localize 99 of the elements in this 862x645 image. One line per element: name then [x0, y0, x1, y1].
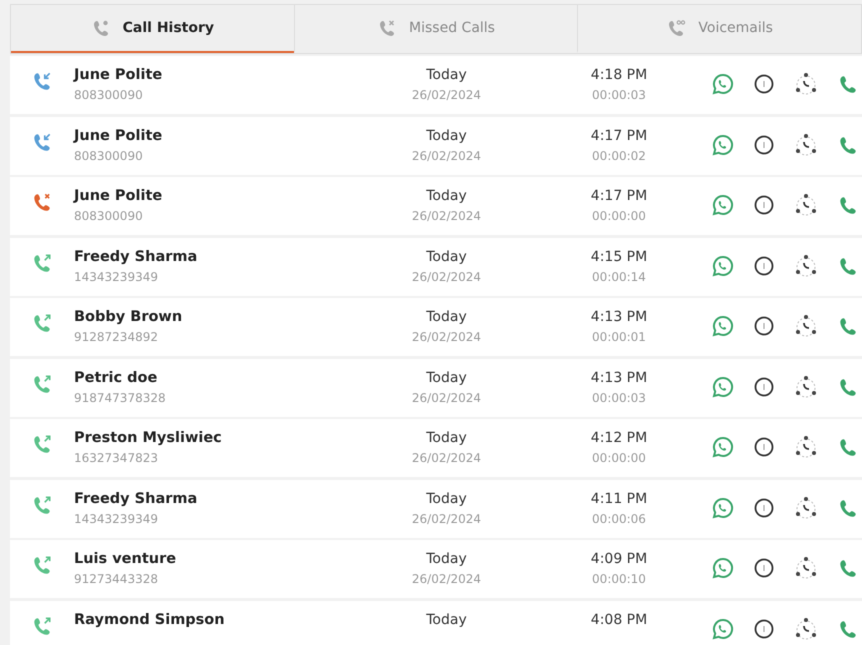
call-date: 26/02/2024	[412, 329, 482, 346]
call-day: Today	[426, 610, 467, 630]
conference-call-icon[interactable]	[793, 434, 819, 460]
phone-icon	[666, 18, 686, 38]
call-date: 26/02/2024	[412, 510, 482, 528]
info-icon[interactable]	[753, 376, 775, 398]
info-icon[interactable]	[753, 73, 775, 95]
phone-number: 91287234892	[74, 329, 158, 346]
phone-number: 14343239349	[74, 268, 158, 286]
call-duration: 00:00:10	[592, 571, 646, 588]
contact-name: Luis venture	[74, 550, 176, 569]
call-duration: 00:00:03	[592, 87, 646, 104]
whatsapp-icon[interactable]	[711, 435, 735, 459]
contact-name: June Polite	[74, 187, 162, 206]
call-date: 26/02/2024	[412, 208, 482, 225]
whatsapp-icon[interactable]	[711, 72, 735, 96]
contact-name: Raymond Simpson	[74, 610, 225, 630]
call-row[interactable]: Freedy Sharma 14343239349 Today 26/02/2024 4:11 PM 00:00:06	[10, 480, 862, 538]
call-duration: 00:00:01	[592, 329, 646, 346]
conference-call-icon[interactable]	[793, 374, 819, 400]
info-icon[interactable]	[753, 134, 775, 156]
call-date: 26/02/2024	[412, 268, 482, 286]
call-day: Today	[426, 186, 467, 206]
call-time: 4:13 PM	[590, 308, 648, 327]
info-icon[interactable]	[753, 557, 775, 579]
call-time: 4:12 PM	[590, 429, 648, 448]
call-row[interactable]: June Polite 808300090 Today 26/02/2024 4:17 PM 00:00:00	[10, 177, 862, 235]
call-row[interactable]: Raymond Simpson Today 4:08 PM	[10, 600, 862, 645]
phone-number: 91273443328	[74, 571, 158, 588]
phone-number: 918747378328	[74, 390, 166, 406]
conference-call-icon[interactable]	[793, 252, 819, 278]
phone-number: 808300090	[74, 87, 143, 104]
whatsapp-icon[interactable]	[711, 496, 735, 520]
call-day: Today	[426, 549, 467, 569]
contact-name: Preston Mysliwiec	[74, 429, 222, 448]
phone-number: 16327347823	[74, 450, 158, 467]
call-date: 26/02/2024	[412, 148, 482, 164]
info-icon[interactable]	[753, 436, 775, 458]
call-day: Today	[426, 65, 467, 85]
conference-call-icon[interactable]	[793, 132, 819, 158]
call-time: 4:18 PM	[590, 66, 648, 85]
contact-name: Freedy Sharma	[74, 490, 198, 508]
call-duration: 00:00:00	[592, 208, 646, 225]
call-time: 4:13 PM	[590, 368, 648, 388]
call-date: 26/02/2024	[412, 571, 482, 588]
conference-call-icon[interactable]	[793, 71, 819, 97]
whatsapp-icon[interactable]	[711, 556, 735, 580]
call-row[interactable]: Luis venture 91273443328 Today 26/02/2024 4:09 PM 00:00:10	[10, 540, 862, 598]
phone-number: 808300090	[74, 148, 143, 164]
whatsapp-icon[interactable]	[711, 374, 735, 398]
info-icon[interactable]	[753, 194, 775, 216]
whatsapp-icon[interactable]	[711, 132, 735, 156]
contact-name: Petric doe	[74, 368, 158, 388]
info-icon[interactable]	[753, 496, 775, 518]
whatsapp-icon[interactable]	[711, 616, 735, 640]
call-date: 26/02/2024	[412, 87, 482, 104]
whatsapp-icon[interactable]	[711, 193, 735, 217]
call-duration: 00:00:14	[592, 268, 646, 286]
conference-call-icon[interactable]	[793, 616, 819, 642]
whatsapp-icon[interactable]	[711, 314, 735, 338]
whatsapp-icon[interactable]	[711, 254, 735, 278]
call-day: Today	[426, 368, 467, 388]
conference-call-icon[interactable]	[793, 494, 819, 520]
contact-name: June Polite	[74, 126, 162, 146]
call-row[interactable]: Freedy Sharma 14343239349 Today 26/02/2024 4:15 PM 00:00:14	[10, 238, 862, 296]
conference-call-icon[interactable]	[793, 555, 819, 581]
contact-name: Bobby Brown	[74, 308, 182, 327]
call-date: 26/02/2024	[412, 450, 482, 467]
call-duration: 00:00:03	[592, 390, 646, 406]
call-day: Today	[426, 428, 467, 448]
contact-name: Freedy Sharma	[74, 248, 198, 266]
call-day: Today	[426, 307, 467, 327]
call-row[interactable]: June Polite 808300090 Today 26/02/2024 4:17 PM 00:00:02	[10, 116, 862, 174]
info-icon[interactable]	[753, 618, 775, 640]
contact-name: June Polite	[74, 66, 162, 85]
info-icon[interactable]	[753, 315, 775, 337]
call-time: 4:08 PM	[590, 610, 648, 630]
conference-call-icon[interactable]	[793, 313, 819, 339]
call-time: 4:17 PM	[590, 126, 648, 146]
call-duration: 00:00:00	[592, 450, 646, 467]
call-day: Today	[426, 126, 467, 146]
call-time: 4:11 PM	[590, 490, 648, 508]
call-day: Today	[426, 246, 467, 266]
call-time: 4:09 PM	[590, 550, 648, 569]
call-row[interactable]: Bobby Brown 91287234892 Today 26/02/2024 4:13 PM 00:00:01	[10, 298, 862, 356]
call-day: Today	[426, 488, 467, 508]
phone-number: 808300090	[74, 208, 143, 225]
call-duration: 00:00:06	[592, 510, 646, 528]
call-time: 4:15 PM	[590, 248, 648, 266]
tab[interactable]: Call History	[11, 5, 294, 53]
call-date: 26/02/2024	[412, 390, 482, 406]
phone-number: 14343239349	[74, 510, 158, 528]
call-row[interactable]: Petric doe 918747378328 Today 26/02/2024 4:13 PM 00:00:03	[10, 358, 862, 416]
call-row[interactable]: Preston Mysliwiec 16327347823 Today 26/02/2024 4:12 PM 00:00:00	[10, 419, 862, 477]
call-duration: 00:00:02	[592, 148, 646, 164]
call-time: 4:17 PM	[590, 187, 648, 206]
conference-call-icon[interactable]	[793, 192, 819, 218]
info-icon[interactable]	[753, 254, 775, 276]
call-row[interactable]: June Polite 808300090 Today 26/02/2024 4:18 PM 00:00:03	[10, 56, 862, 114]
